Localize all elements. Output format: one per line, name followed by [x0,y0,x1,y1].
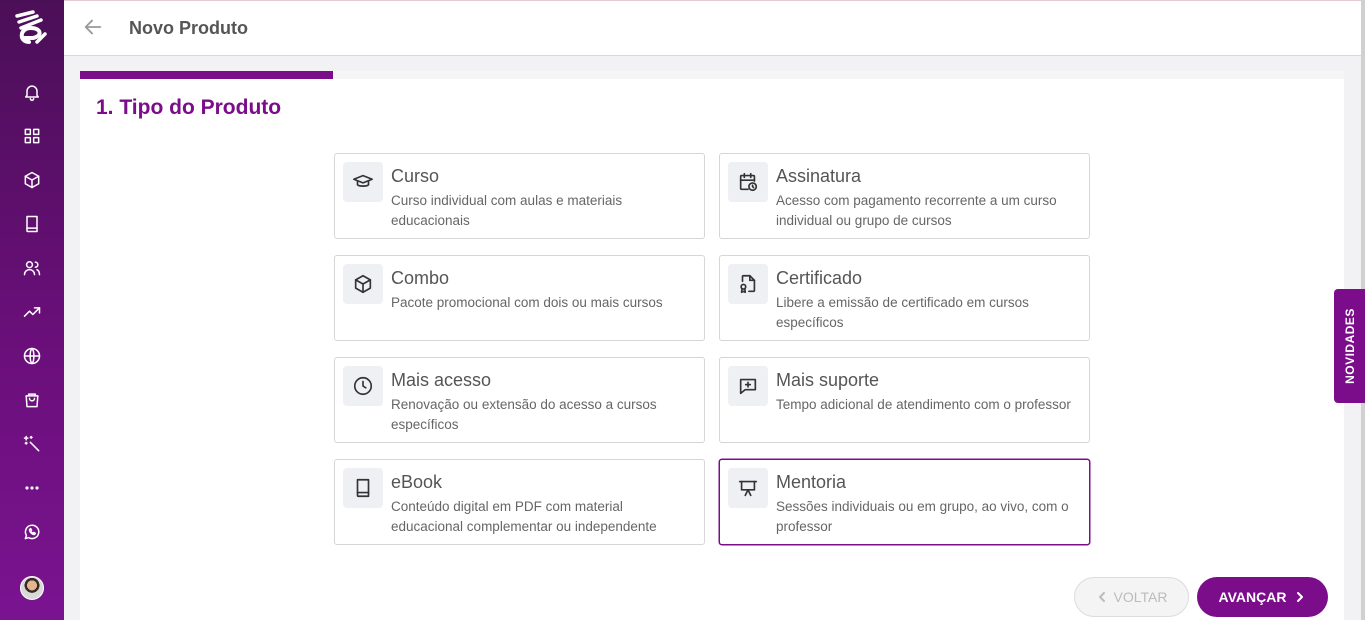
trending-up-icon [23,307,41,317]
card-title: Mentoria [776,472,847,492]
avancar-button[interactable]: AVANÇAR [1197,577,1328,617]
sidebar-item-courses[interactable] [0,202,64,246]
sidebar-item-reports[interactable] [0,290,64,334]
product-wizard-panel: 1. Tipo do Produto Curso Curso individua… [80,71,1344,620]
card-title: Combo [391,268,450,288]
card-icon-wrapper [343,264,383,304]
card-icon-wrapper [728,366,768,406]
product-type-card-mentoria[interactable]: Mentoria Sessões individuais ou em grupo… [719,459,1090,545]
whatsapp-icon [24,524,40,540]
card-description: Acesso com pagamento recorrente a um cur… [776,193,1057,228]
magic-wand-icon [23,435,40,452]
box-icon [354,274,372,294]
card-description: Curso individual com aulas e materiais e… [391,193,623,228]
presentation-icon [738,480,758,497]
more-icon [25,486,39,490]
product-type-card-ebook[interactable]: eBook Conteúdo digital em PDF com materi… [334,459,705,545]
step-progress-track [333,71,1344,79]
user-avatar[interactable] [20,576,44,600]
sidebar-item-site[interactable] [0,334,64,378]
message-plus-icon [739,378,757,395]
product-type-card-combo[interactable]: Combo Pacote promocional com dois ou mai… [334,255,705,341]
card-icon-wrapper [343,366,383,406]
certificate-file-icon [740,274,756,294]
top-bar: Novo Produto [64,0,1361,56]
users-icon [23,261,41,276]
product-type-card-assinatura[interactable]: Assinatura Acesso com pagamento recorren… [719,153,1090,239]
grid-icon [24,128,40,144]
card-title: Mais suporte [776,370,880,390]
section-title: 1. Tipo do Produto [96,96,282,119]
page-title: Novo Produto [129,17,248,38]
product-type-card-certificado[interactable]: Certificado Libere a emissão de certific… [719,255,1090,341]
sidebar-item-notifications[interactable] [0,70,64,114]
chevron-right-icon [1297,592,1304,602]
product-type-card-mais-acesso[interactable]: Mais acesso Renovação ou extensão do ace… [334,357,705,443]
sidebar-item-users[interactable] [0,246,64,290]
card-title: Assinatura [776,166,862,186]
sidebar-item-more[interactable] [0,466,64,510]
back-arrow-button[interactable] [82,16,106,40]
avancar-button-label: AVANÇAR [1218,589,1287,605]
graduation-cap-icon [353,174,373,187]
card-description: Renovação ou extensão do acesso a cursos… [391,397,657,432]
card-description: Libere a emissão de certificado em curso… [776,295,1029,330]
sidebar-item-store[interactable] [0,378,64,422]
card-icon-wrapper [728,468,768,508]
product-type-card-mais-suporte[interactable]: Mais suporte Tempo adicional de atendime… [719,357,1090,443]
clock-icon [353,376,373,396]
card-description: Sessões individuais ou em grupo, ao vivo… [776,499,1069,534]
sidebar-item-products[interactable] [0,158,64,202]
chevron-left-icon [1098,592,1105,602]
card-icon-wrapper [728,162,768,202]
arrow-left-icon [84,19,102,35]
card-description: Conteúdo digital em PDF com material edu… [391,499,657,534]
card-title: Curso [391,166,440,186]
novidades-tab[interactable]: NOVIDADES [1334,289,1365,403]
product-type-card-curso[interactable]: Curso Curso individual com aulas e mater… [334,153,705,239]
step-progress-bar [80,71,333,79]
voltar-button-label: VOLTAR [1113,589,1168,605]
card-title: Mais acesso [391,370,492,390]
bell-icon [25,85,39,102]
card-icon-wrapper [343,162,383,202]
calendar-clock-icon [739,172,758,192]
logo-icon [15,10,47,44]
card-title: Certificado [776,268,863,288]
sidebar-item-dashboard[interactable] [0,114,64,158]
book-icon [26,215,38,233]
card-description: Pacote promocional com dois ou mais curs… [391,295,663,310]
book-icon [356,478,370,498]
shopping-bag-icon [25,393,39,408]
sidebar-item-whatsapp[interactable] [0,510,64,554]
novidades-label: NOVIDADES [1342,308,1357,384]
card-icon-wrapper [728,264,768,304]
globe-icon [23,347,41,365]
sidebar-item-tools[interactable] [0,422,64,466]
card-icon-wrapper [343,468,383,508]
app-logo[interactable] [0,0,64,56]
sidebar [0,0,64,620]
card-title: eBook [391,472,443,492]
box-icon [24,171,40,189]
card-description: Tempo adicional de atendimento com o pro… [776,397,1071,412]
voltar-button[interactable]: VOLTAR [1074,577,1189,617]
